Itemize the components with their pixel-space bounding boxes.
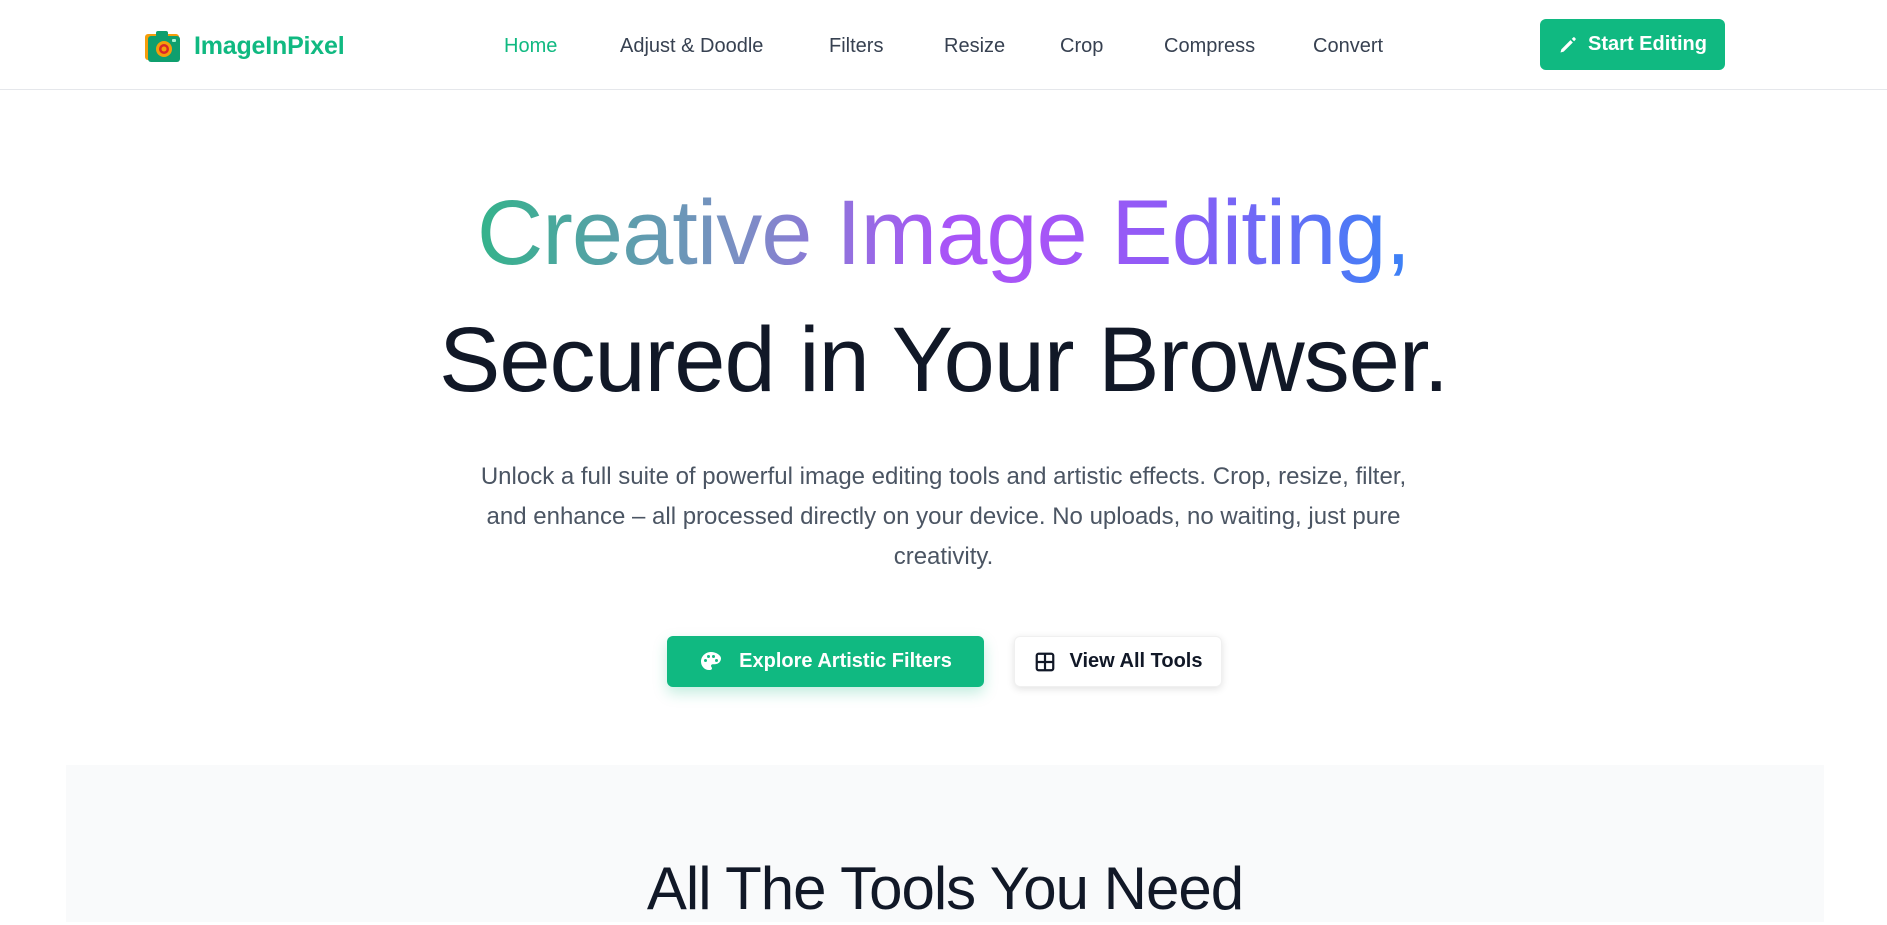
pencil-icon (1560, 36, 1576, 52)
explore-filters-label: Explore Artistic Filters (739, 650, 952, 672)
view-all-tools-label: View All Tools (1069, 650, 1203, 672)
tools-section-title: All The Tools You Need (646, 855, 1244, 922)
start-editing-button[interactable]: Start Editing (1540, 19, 1725, 70)
nav-item-home[interactable]: Home (504, 28, 557, 64)
hero-title-gradient: Creative Image Editing, (476, 182, 1411, 284)
nav-item-resize[interactable]: Resize (944, 28, 1005, 64)
grid-icon (1035, 652, 1054, 671)
nav-item-crop[interactable]: Crop (1060, 28, 1103, 64)
explore-filters-button[interactable]: Explore Artistic Filters (667, 636, 984, 687)
view-all-tools-button[interactable]: View All Tools (1014, 636, 1222, 687)
nav-item-adjust-doodle[interactable]: Adjust & Doodle (620, 28, 763, 64)
hero-cta-row: Explore Artistic Filters View All Tools (0, 636, 1887, 687)
palette-icon (701, 651, 722, 670)
start-editing-label: Start Editing (1588, 33, 1707, 55)
hero-subtitle: Unlock a full suite of powerful image ed… (480, 463, 1407, 570)
hero-title-plain: Secured in Your Browser. (438, 309, 1449, 411)
nav-item-convert[interactable]: Convert (1313, 28, 1383, 64)
site-header: ImageInPixel Home Adjust & Doodle Filter… (0, 0, 1887, 90)
nav-item-filters[interactable]: Filters (829, 28, 883, 64)
tools-section: All The Tools You Need (66, 765, 1824, 922)
nav-item-compress[interactable]: Compress (1164, 28, 1255, 64)
